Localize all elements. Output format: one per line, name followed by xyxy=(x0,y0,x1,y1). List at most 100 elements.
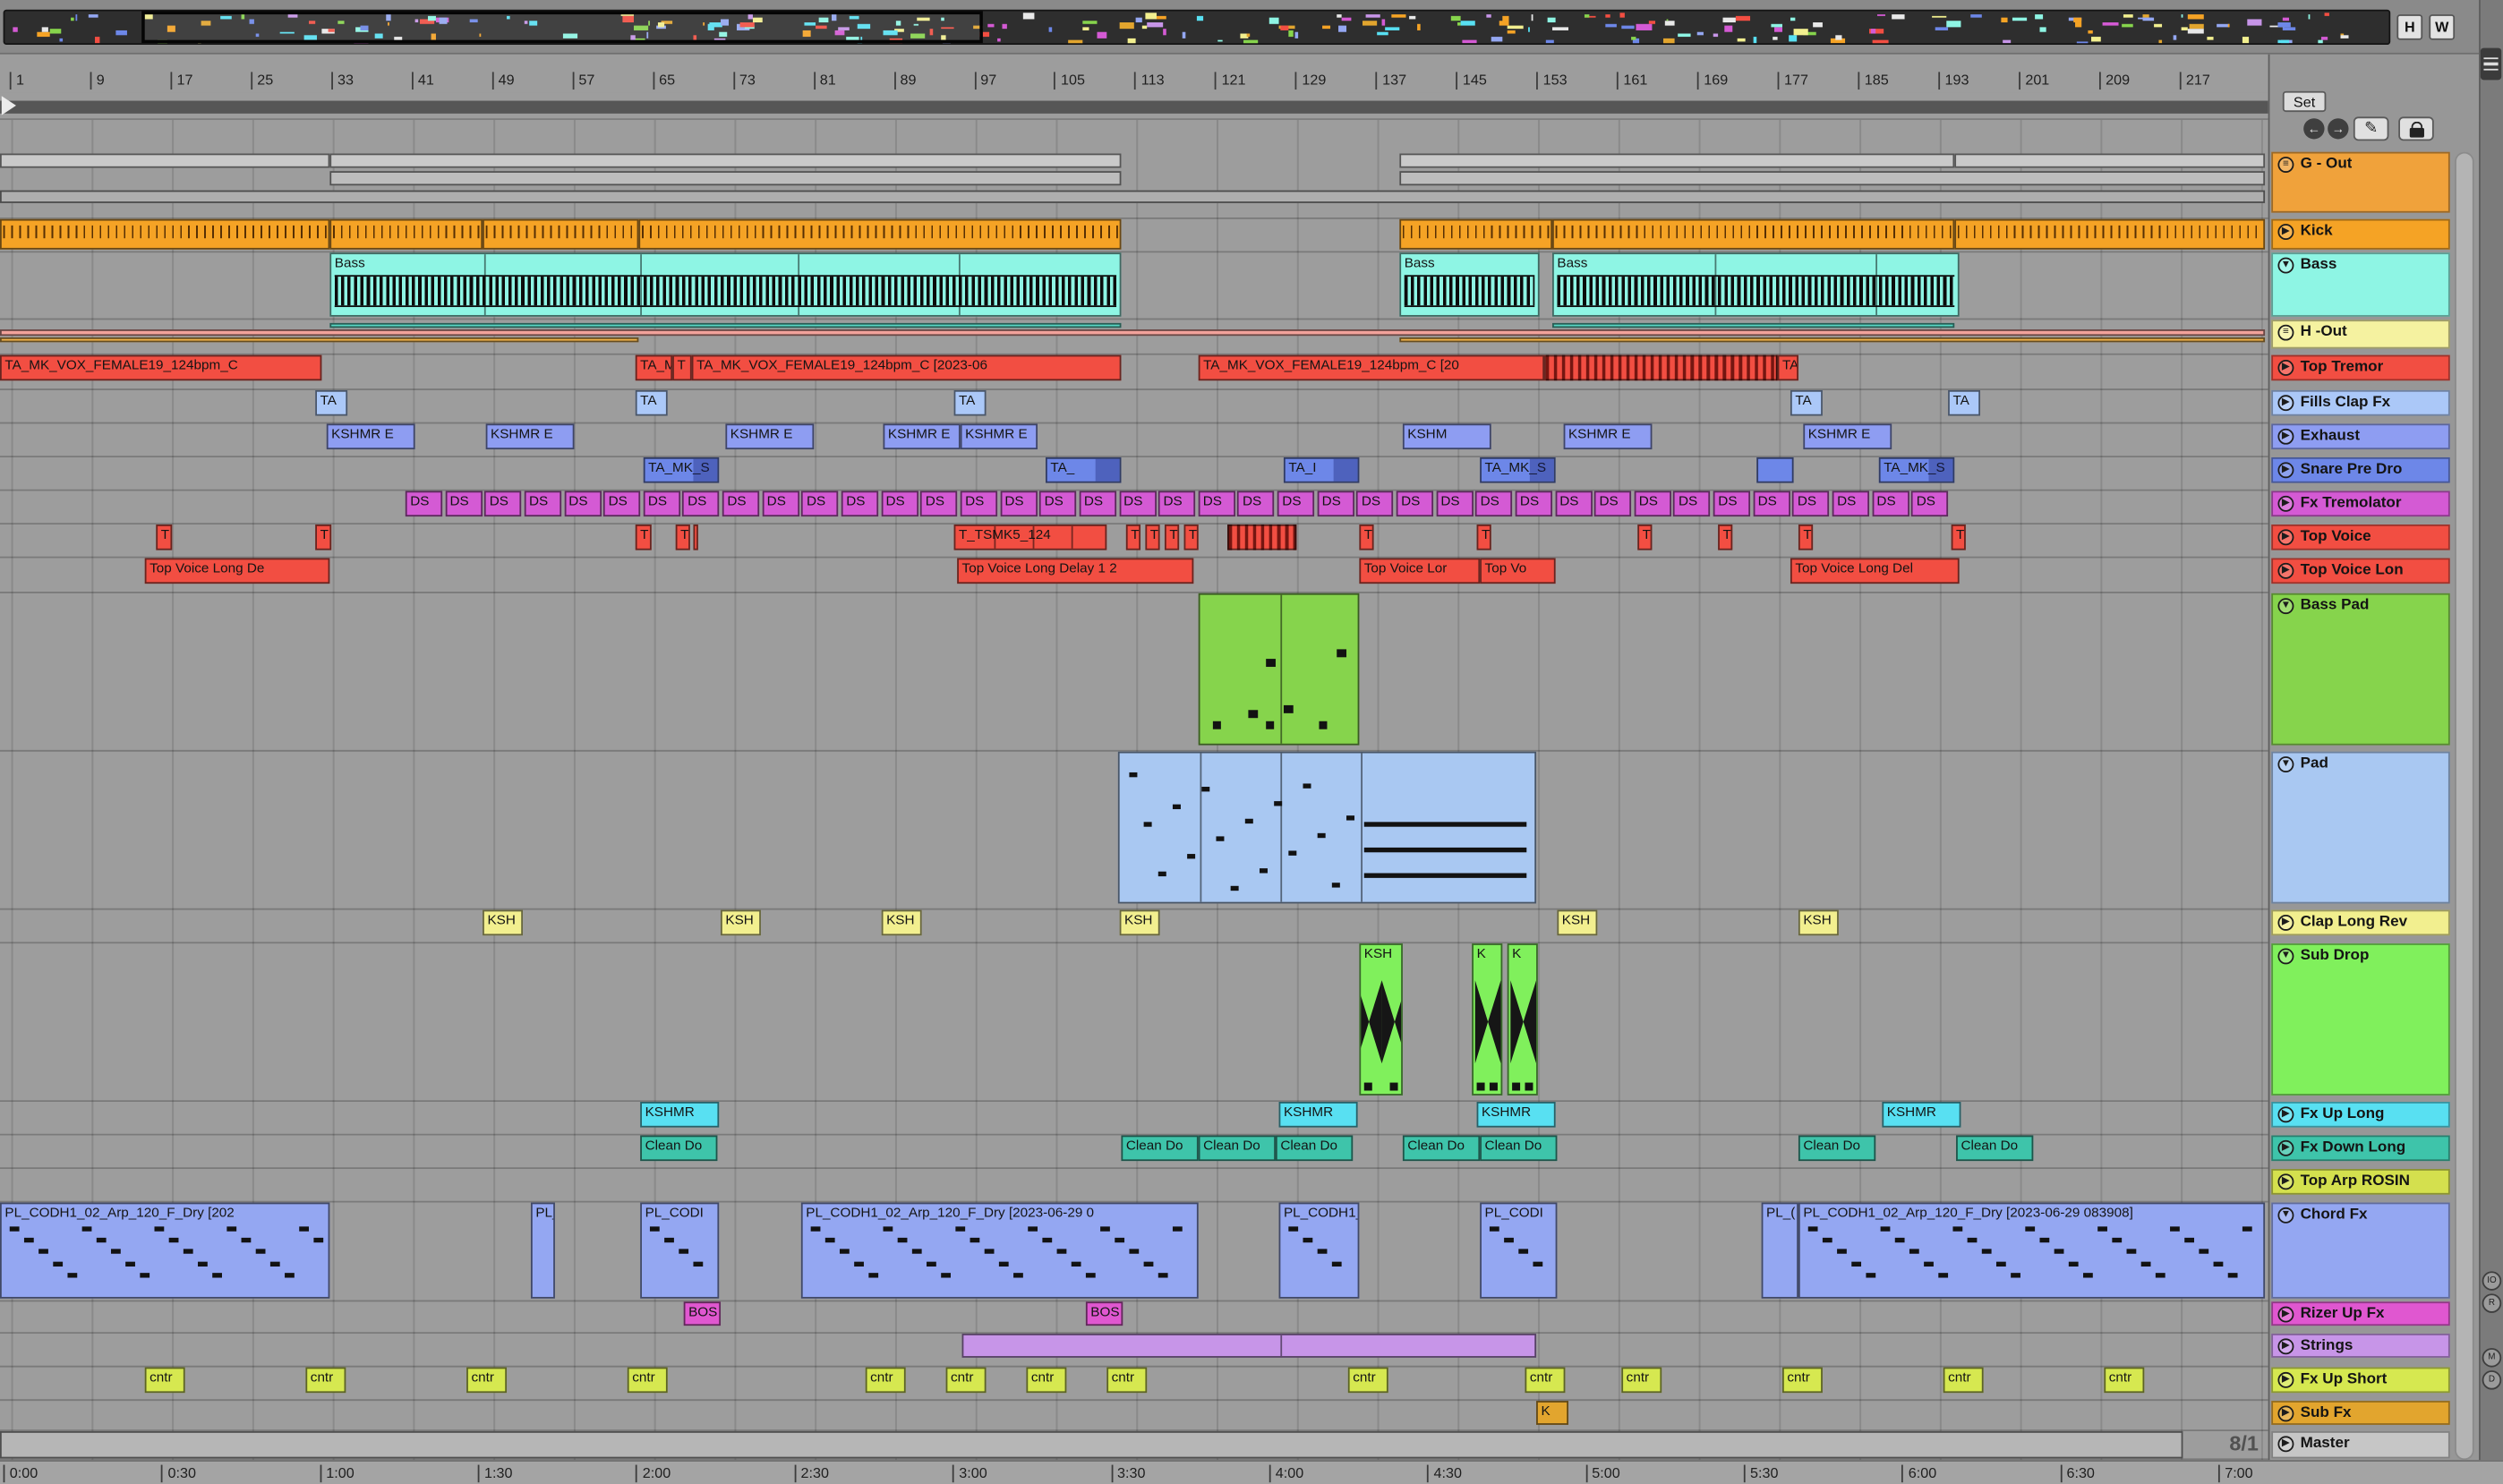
clip[interactable]: KSHMR E xyxy=(1563,423,1653,450)
fold-icon[interactable]: ▼ xyxy=(2277,756,2294,772)
track-header-fx-tremolator[interactable]: ▶ Fx Tremolator xyxy=(2271,490,2450,517)
play-icon[interactable]: ▶ xyxy=(2277,1173,2294,1190)
track-header-top-voice-lon[interactable]: ▶ Top Voice Lon xyxy=(2271,558,2450,584)
clip[interactable]: cntr xyxy=(1106,1367,1148,1394)
clip[interactable]: K xyxy=(1536,1401,1568,1425)
clip[interactable]: DS xyxy=(1673,490,1711,517)
clip[interactable]: KSHMR xyxy=(1882,1101,1961,1128)
clip[interactable]: KSHMR E xyxy=(725,423,815,450)
clip[interactable]: Clean Do xyxy=(1402,1135,1481,1162)
clip[interactable]: KSH xyxy=(881,909,922,936)
track-lane-chord-fx[interactable]: PL_CODH1_02_Arp_120_F_Dry [202 PL_(PL_COD… xyxy=(0,1202,2268,1302)
clip[interactable]: Bass xyxy=(329,252,1122,317)
track-header-chord-fx[interactable]: ▼ Chord Fx xyxy=(2271,1202,2450,1299)
clip[interactable]: KSHMR E xyxy=(1803,423,1892,450)
clip[interactable] xyxy=(483,218,639,250)
track-header-top-arp-rosin[interactable]: ▶ Top Arp ROSIN xyxy=(2271,1169,2450,1195)
track-lane-top-voice[interactable]: T T T T T_TSMK5_124 T T T T T T T T T T xyxy=(0,525,2268,559)
clip[interactable] xyxy=(1954,218,2266,250)
clip[interactable]: KSHMR xyxy=(1278,1101,1358,1128)
set-loop-button[interactable]: Set xyxy=(2282,90,2327,113)
clip[interactable]: DS xyxy=(881,490,918,517)
clip[interactable]: T xyxy=(1125,525,1141,550)
fold-icon[interactable]: ▼ xyxy=(2277,948,2294,965)
clip[interactable]: K xyxy=(1472,943,1503,1096)
clip[interactable]: KSH xyxy=(483,909,523,936)
clip[interactable]: K xyxy=(1507,943,1538,1096)
clip[interactable]: Clean Do xyxy=(1121,1135,1199,1162)
track-header-strings[interactable]: ▶ Strings xyxy=(2271,1334,2450,1358)
track-lane-bass[interactable]: Bass Bass Bass xyxy=(0,252,2268,320)
clip[interactable]: Clean Do xyxy=(640,1135,718,1162)
clip[interactable]: T xyxy=(675,525,690,550)
play-icon[interactable]: ▶ xyxy=(2277,1436,2294,1453)
clip[interactable] xyxy=(0,218,330,250)
clip[interactable]: PL_( xyxy=(530,1202,555,1299)
track-lane-pad[interactable] xyxy=(0,751,2268,910)
track-lane-master[interactable]: 8/1 xyxy=(0,1431,2268,1461)
track-lane-g-out[interactable] xyxy=(0,152,2268,219)
track-lane-h-out[interactable] xyxy=(0,320,2268,355)
play-icon[interactable]: ▶ xyxy=(2277,1139,2294,1156)
clip[interactable]: Top Vo xyxy=(1480,558,1556,584)
play-icon[interactable]: ▶ xyxy=(2277,1306,2294,1323)
clip[interactable]: TA_I xyxy=(1283,456,1360,483)
play-icon[interactable]: ▶ xyxy=(2277,1371,2294,1388)
clip[interactable]: PL_CODI xyxy=(640,1202,720,1299)
clip[interactable]: cntr xyxy=(144,1367,185,1394)
clip[interactable]: DS xyxy=(1277,490,1315,517)
clip[interactable] xyxy=(1117,751,1537,904)
clip[interactable]: Top Voice Long De xyxy=(144,558,330,584)
clip[interactable]: BOS xyxy=(683,1301,722,1326)
clip[interactable]: DS xyxy=(841,490,879,517)
clip[interactable]: cntr xyxy=(627,1367,668,1394)
clip[interactable]: KSH xyxy=(1557,909,1598,936)
track-lane-fills-clap-fx[interactable]: TA TA TA TA TA xyxy=(0,389,2268,424)
track-header-master[interactable]: ▶ Master xyxy=(2271,1431,2450,1459)
clip[interactable]: Clean Do xyxy=(1480,1135,1558,1162)
vertical-scrollbar-thumb[interactable] xyxy=(2456,153,2473,1459)
clip[interactable] xyxy=(1552,322,1955,328)
clip[interactable]: DS xyxy=(1594,490,1632,517)
track-header-h-out[interactable]: ≡ H -Out xyxy=(2271,320,2450,349)
track-lane-kick[interactable] xyxy=(0,218,2268,253)
clip[interactable]: DS xyxy=(643,490,680,517)
clip[interactable] xyxy=(1399,153,1955,168)
clip[interactable]: Top Voice Long Del xyxy=(1790,558,1960,584)
clip[interactable]: TA xyxy=(1948,389,1981,416)
draw-mode-button[interactable]: ✎ xyxy=(2353,116,2389,141)
track-header-pad[interactable]: ▼ Pad xyxy=(2271,751,2450,904)
track-header-bass[interactable]: ▼ Bass xyxy=(2271,252,2450,317)
clip[interactable] xyxy=(0,153,330,168)
clip[interactable] xyxy=(1954,153,2266,168)
clip[interactable]: KSH xyxy=(721,909,761,936)
clip[interactable] xyxy=(329,171,1122,186)
clip[interactable] xyxy=(0,329,2266,337)
track-lane-sub-fx[interactable]: K xyxy=(0,1401,2268,1432)
clip[interactable]: DS xyxy=(1475,490,1513,517)
clip[interactable]: Top Voice Long Delay 1 2 xyxy=(957,558,1194,584)
fold-icon[interactable]: ▼ xyxy=(2277,598,2294,615)
clip[interactable]: Top Voice Lor xyxy=(1359,558,1481,584)
clip[interactable]: Clean Do xyxy=(1198,1135,1276,1162)
lock-envelopes-button[interactable] xyxy=(2398,116,2434,141)
show-hide-io-button[interactable]: IO xyxy=(2482,1271,2502,1291)
track-header-kick[interactable]: ▶ Kick xyxy=(2271,218,2450,250)
clip[interactable]: DS xyxy=(1079,490,1116,517)
clip[interactable]: Bass xyxy=(1552,252,1960,317)
clip[interactable]: Bass xyxy=(1399,252,1540,317)
clip[interactable]: DS xyxy=(1198,490,1235,517)
clip[interactable]: DS xyxy=(524,490,561,517)
track-header-snare-pre-dro[interactable]: ▶ Snare Pre Dro xyxy=(2271,456,2450,483)
clip[interactable]: DS xyxy=(1237,490,1275,517)
clip[interactable]: DS xyxy=(1118,490,1157,517)
play-icon[interactable]: ▶ xyxy=(2277,562,2294,579)
clip[interactable]: DS xyxy=(801,490,839,517)
track-lane-sub-drop[interactable]: KSH K K xyxy=(0,943,2268,1102)
clip[interactable]: DS xyxy=(960,490,998,517)
clip[interactable]: DS xyxy=(1515,490,1552,517)
track-lane-fx-tremolator[interactable]: DS DS DS DS DS DS DS DS DS DS DS DS DS DS DS DS DS DS DS DS… xyxy=(0,490,2268,525)
clip[interactable]: KSHMR E xyxy=(485,423,575,450)
fit-height-button[interactable]: H xyxy=(2396,14,2423,40)
clip[interactable]: DS xyxy=(603,490,641,517)
